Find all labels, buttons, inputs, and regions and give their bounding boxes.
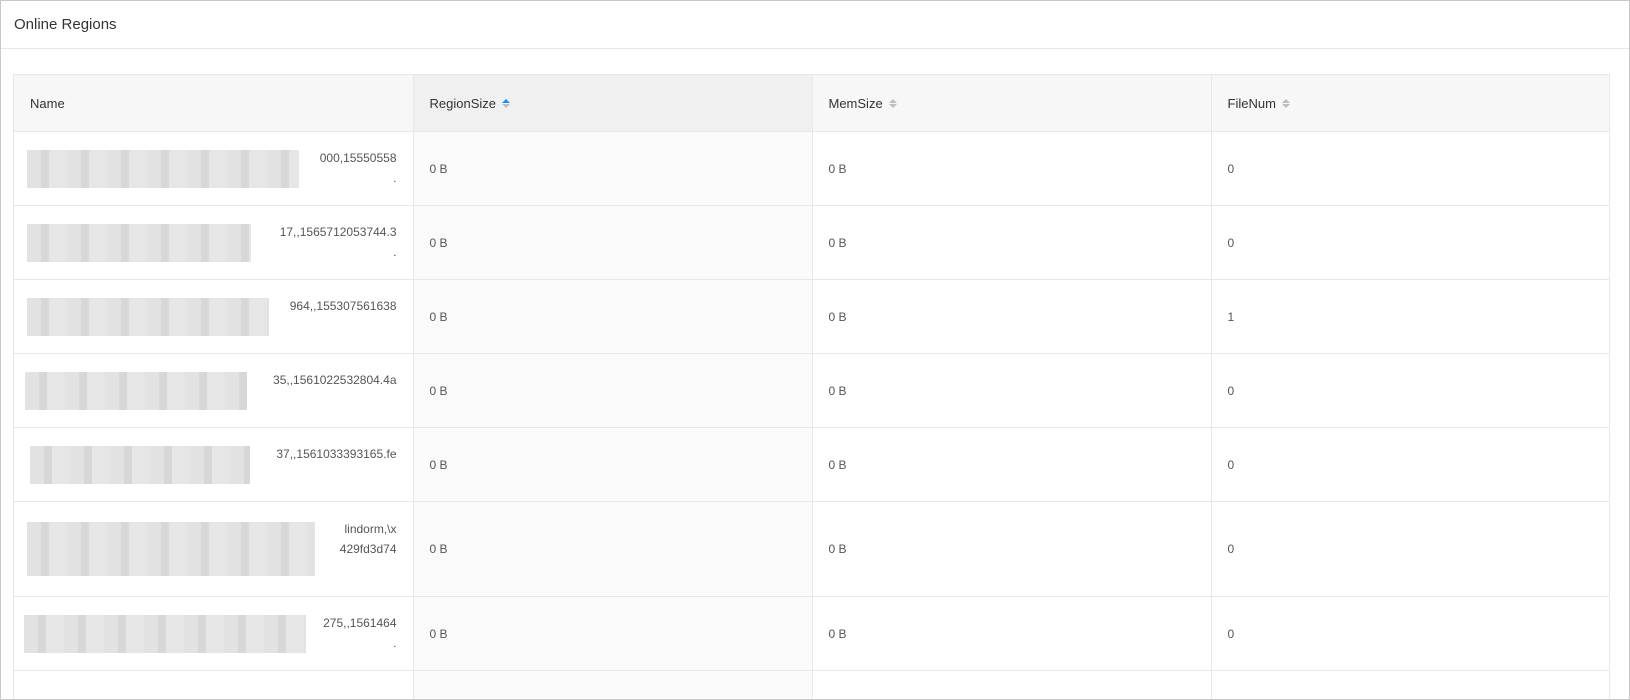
table-row: 275,,1561464 . 0 B 0 B 0	[14, 596, 1609, 671]
region-size-cell: 0 B	[413, 205, 813, 280]
redacted-mosaic	[27, 150, 299, 188]
column-header-name-label: Name	[30, 95, 65, 111]
column-header-filenum-label: FileNum	[1227, 95, 1276, 111]
mem-size-cell: 0 B	[812, 501, 1212, 597]
region-name-cell	[14, 670, 414, 699]
region-name: 35,,1561022532804.4a	[273, 373, 397, 387]
mem-size-cell: 0 B	[812, 205, 1212, 280]
region-size-cell	[413, 670, 813, 699]
panel-header: Online Regions	[1, 1, 1629, 49]
region-name: 964,,155307561638	[289, 299, 397, 313]
table-row: 37,,1561033393165.fe 0 B 0 B 0	[14, 427, 1609, 502]
mem-size-cell: 0 B	[812, 427, 1212, 502]
sort-ascending-icon[interactable]	[502, 99, 510, 108]
sort-icon[interactable]	[888, 99, 897, 108]
panel-title: Online Regions	[14, 16, 117, 33]
table-row	[14, 670, 1609, 699]
file-num-cell: 0	[1211, 353, 1609, 428]
region-name-cell: 964,,155307561638	[14, 279, 414, 354]
region-size-cell: 0 B	[413, 353, 813, 428]
regions-table: Name RegionSize MemSize FileNum 000,1555…	[13, 74, 1610, 699]
mem-size-cell: 0 B	[812, 596, 1212, 671]
region-size-cell: 0 B	[413, 131, 813, 206]
table-row: 964,,155307561638 0 B 0 B 1	[14, 279, 1609, 354]
region-name: 17,,1565712053744.3 .	[279, 225, 397, 259]
region-name: 000,15550558 .	[319, 151, 397, 185]
region-size-cell: 0 B	[413, 596, 813, 671]
region-name-cell: 37,,1561033393165.fe	[14, 427, 414, 502]
region-name-cell: 17,,1565712053744.3 .	[14, 205, 414, 280]
table-row: 000,15550558 . 0 B 0 B 0	[14, 131, 1609, 206]
file-num-cell: 0	[1211, 427, 1609, 502]
region-name: 37,,1561033393165.fe	[276, 447, 397, 461]
table-row: lindorm,\x 429fd3d74 0 B 0 B 0	[14, 501, 1609, 597]
mem-size-cell: 0 B	[812, 279, 1212, 354]
online-regions-panel: Online Regions Name RegionSize MemSize F…	[0, 0, 1630, 700]
region-name: 275,,1561464 .	[323, 616, 397, 650]
file-num-cell: 1	[1211, 279, 1609, 354]
table-row: 35,,1561022532804.4a 0 B 0 B 0	[14, 353, 1609, 428]
redacted-mosaic	[27, 224, 251, 262]
column-header-regionsize[interactable]: RegionSize	[413, 75, 813, 132]
mem-size-cell: 0 B	[812, 353, 1212, 428]
column-header-memsize-label: MemSize	[828, 95, 883, 111]
file-num-cell: 0	[1211, 501, 1609, 597]
redacted-mosaic	[27, 522, 315, 576]
column-header-name: Name	[14, 75, 414, 132]
table-header-row: Name RegionSize MemSize FileNum	[14, 75, 1609, 132]
mem-size-cell: 0 B	[812, 131, 1212, 206]
table-row: 17,,1565712053744.3 . 0 B 0 B 0	[14, 205, 1609, 280]
redacted-mosaic	[30, 446, 250, 484]
region-size-cell: 0 B	[413, 427, 813, 502]
file-num-cell	[1211, 670, 1609, 699]
column-header-regionsize-label: RegionSize	[429, 95, 497, 111]
redacted-mosaic	[27, 298, 269, 336]
region-name-cell: 275,,1561464 .	[14, 596, 414, 671]
region-name-cell: lindorm,\x 429fd3d74	[14, 501, 414, 597]
mem-size-cell	[812, 670, 1212, 699]
redacted-mosaic	[25, 372, 247, 410]
region-size-cell: 0 B	[413, 501, 813, 597]
redacted-mosaic	[24, 615, 306, 653]
region-name-cell: 35,,1561022532804.4a	[14, 353, 414, 428]
region-size-cell: 0 B	[413, 279, 813, 354]
file-num-cell: 0	[1211, 205, 1609, 280]
column-header-memsize[interactable]: MemSize	[812, 75, 1212, 132]
sort-icon[interactable]	[1281, 99, 1290, 108]
region-name-cell: 000,15550558 .	[14, 131, 414, 206]
column-header-filenum[interactable]: FileNum	[1211, 75, 1609, 132]
file-num-cell: 0	[1211, 596, 1609, 671]
file-num-cell: 0	[1211, 131, 1609, 206]
region-name: lindorm,\x 429fd3d74	[339, 522, 397, 556]
